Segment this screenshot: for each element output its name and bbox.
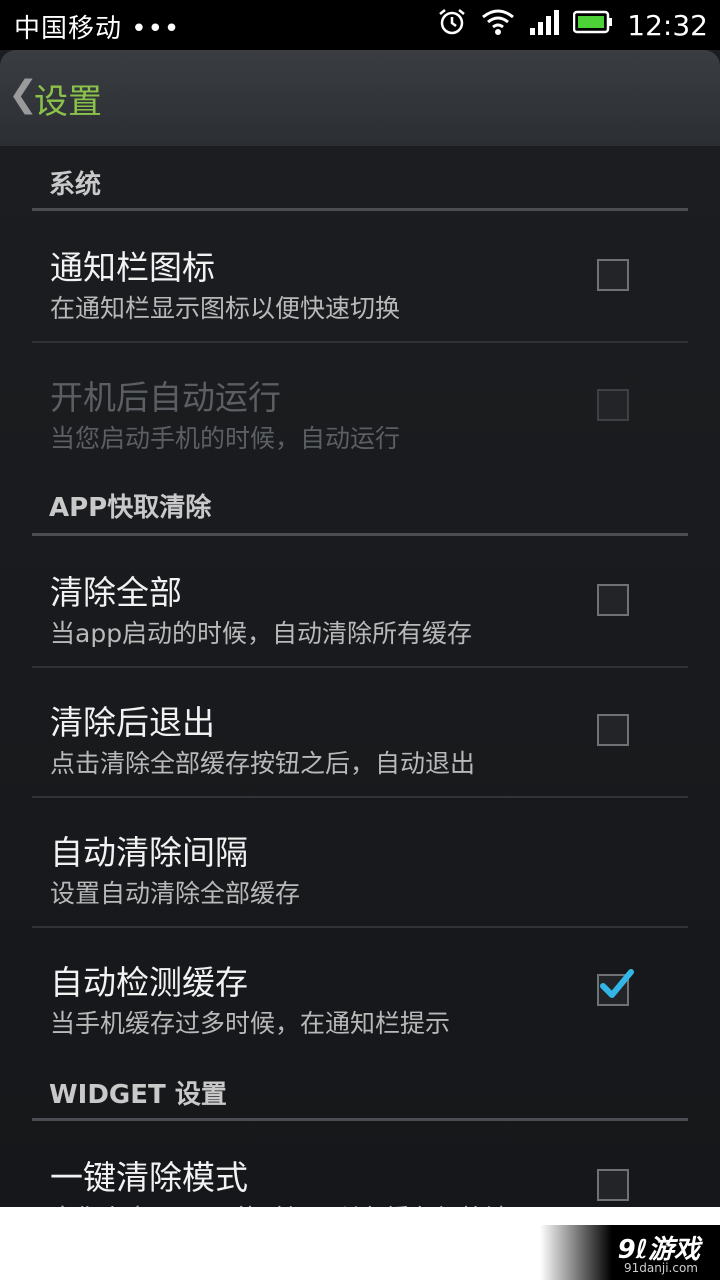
setting-subtitle: 点击清除全部缓存按钮之后，自动退出: [50, 749, 476, 778]
section-header-label: WIDGET 设置: [49, 1080, 227, 1110]
title-bar: ❮ 设置: [0, 50, 720, 146]
checkbox: [597, 389, 629, 421]
setting-subtitle: 当您启动手机的时候，自动运行: [50, 424, 401, 453]
setting-subtitle: 当你点击widget的时候，所有缓存都将被: [50, 1199, 509, 1207]
checkbox[interactable]: [597, 1169, 629, 1201]
setting-subtitle: 当app启动的时候，自动清除所有缓存: [50, 619, 473, 648]
setting-title: 自动清除间隔: [50, 833, 248, 872]
setting-clear-all[interactable]: 清除全部 当app启动的时候，自动清除所有缓存: [32, 536, 688, 668]
checkbox[interactable]: [597, 584, 629, 616]
carrier-name: 中国移动 •••: [14, 14, 181, 44]
wifi-icon: [481, 8, 515, 43]
watermark-url: 91danji.com: [624, 1261, 698, 1275]
setting-subtitle: 当手机缓存过多时候，在通知栏提示: [50, 1009, 451, 1038]
setting-auto-detect-cache[interactable]: 自动检测缓存 当手机缓存过多时候，在通知栏提示: [32, 926, 688, 1056]
status-icons: 12:32: [437, 0, 708, 50]
check-icon: [600, 969, 634, 998]
section-header-widget: WIDGET 设置: [32, 1056, 688, 1121]
setting-title: 开机后自动运行: [50, 378, 281, 417]
clock: 12:32: [627, 8, 708, 42]
setting-title: 清除后退出: [50, 703, 215, 742]
setting-autostart: 开机后自动运行 当您启动手机的时候，自动运行: [32, 341, 688, 471]
signal-icon: [529, 8, 560, 43]
settings-list[interactable]: 系统 通知栏图标 在通知栏显示图标以便快速切换 开机后自动运行 当您启动手机的时…: [0, 146, 720, 1207]
battery-icon: [573, 9, 613, 42]
watermark: 9ℓ游戏 91danji.com: [540, 1225, 720, 1280]
setting-one-tap-clear[interactable]: 一键清除模式 当你点击widget的时候，所有缓存都将被: [32, 1121, 688, 1207]
setting-exit-after-clear[interactable]: 清除后退出 点击清除全部缓存按钮之后，自动退出: [32, 666, 688, 798]
setting-title: 自动检测缓存: [50, 963, 248, 1002]
setting-title: 一键清除模式: [50, 1158, 248, 1197]
status-bar: 中国移动 ••• 12:32: [0, 0, 720, 50]
section-header-system: 系统: [32, 146, 688, 211]
setting-auto-clear-interval[interactable]: 自动清除间隔 设置自动清除全部缓存: [32, 796, 688, 928]
checkbox[interactable]: [597, 714, 629, 746]
setting-title: 通知栏图标: [50, 248, 215, 287]
setting-subtitle: 设置自动清除全部缓存: [50, 879, 301, 908]
setting-notification-icon[interactable]: 通知栏图标 在通知栏显示图标以便快速切换: [32, 211, 688, 343]
checkbox[interactable]: [597, 259, 629, 291]
section-header-label: 系统: [49, 170, 102, 200]
setting-subtitle: 在通知栏显示图标以便快速切换: [50, 294, 401, 323]
section-header-app-cache: APP快取清除: [32, 471, 688, 536]
page-title[interactable]: 设置: [34, 74, 102, 123]
section-header-label: APP快取清除: [49, 493, 212, 523]
alarm-icon: [437, 7, 467, 44]
checkbox-checked[interactable]: [597, 969, 634, 1006]
setting-title: 清除全部: [50, 573, 182, 612]
